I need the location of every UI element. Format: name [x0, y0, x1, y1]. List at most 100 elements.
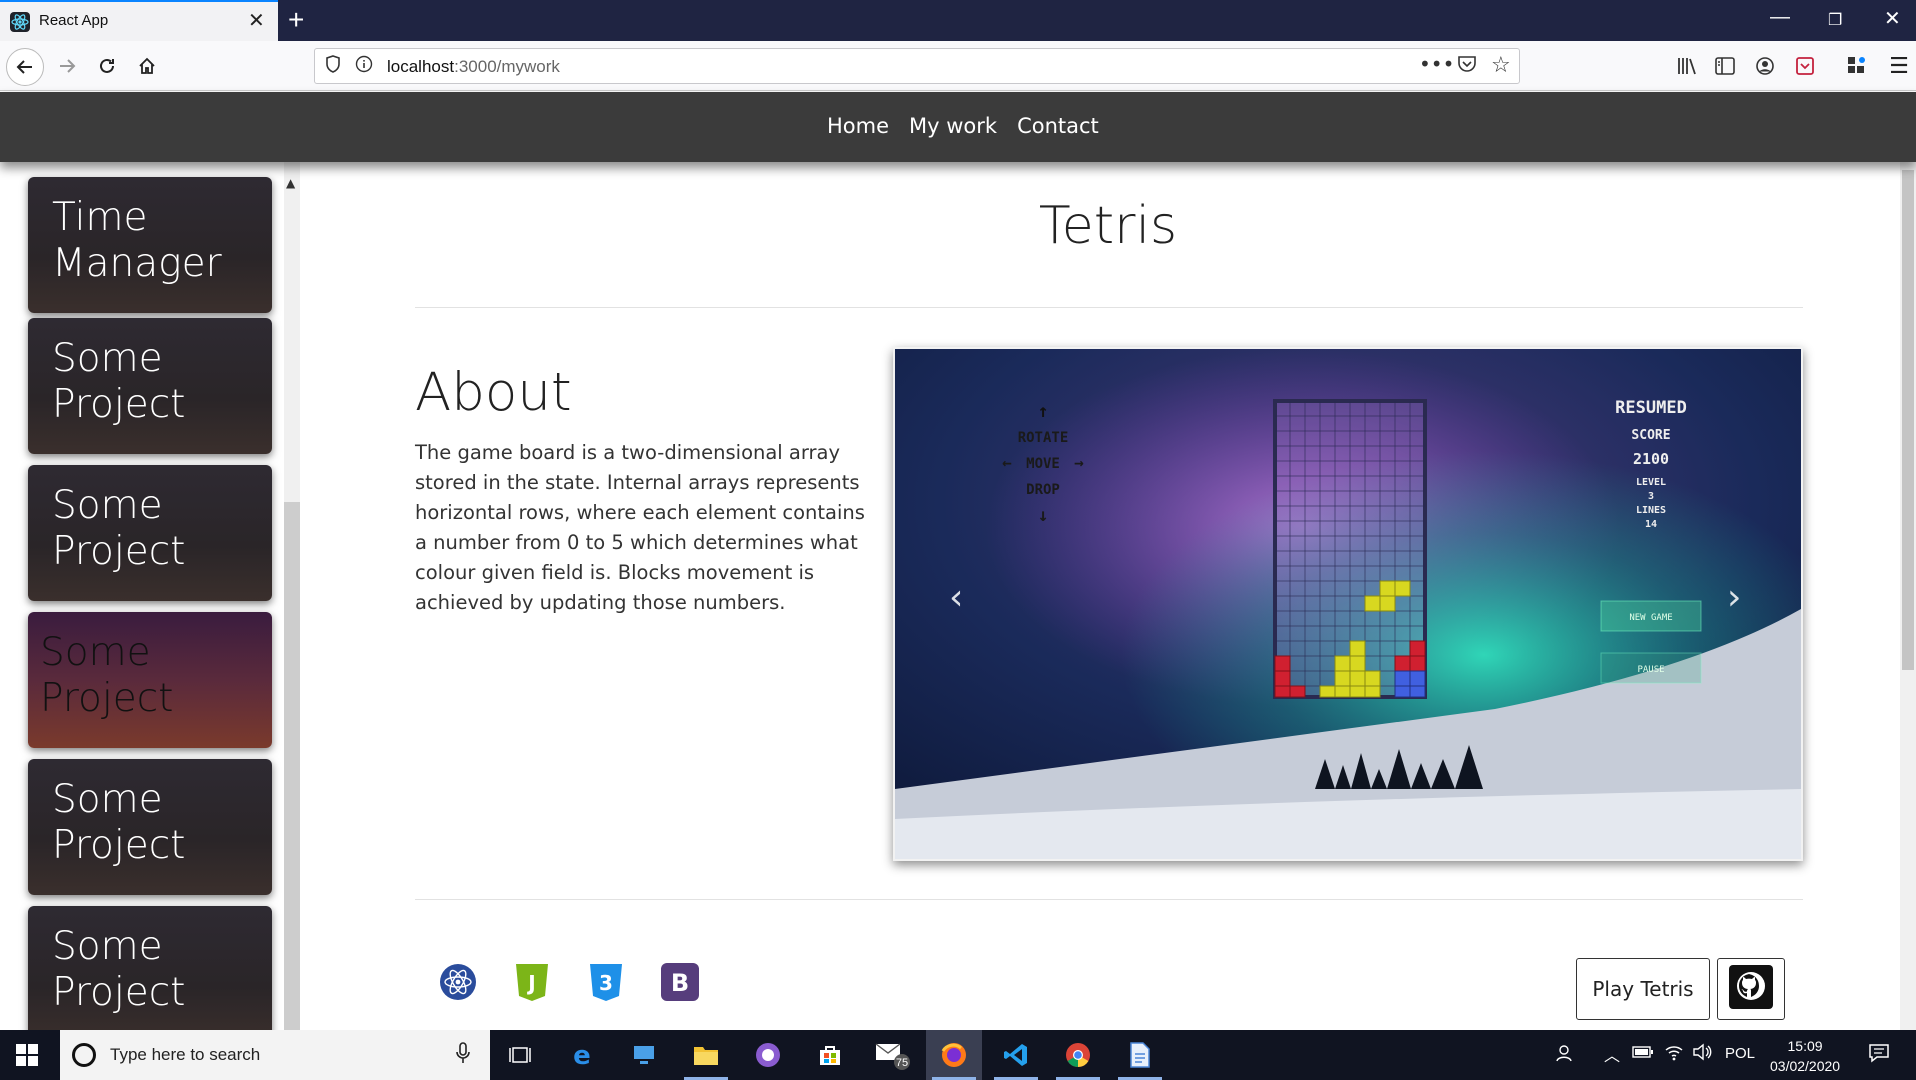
taskbar-clock[interactable]: 15:09 03/02/2020	[1770, 1036, 1840, 1076]
javascript-icon: J	[512, 962, 552, 1002]
project-card[interactable]: Some Project	[28, 759, 272, 895]
firefox-icon[interactable]	[926, 1030, 982, 1080]
sidebar-toggle-icon[interactable]	[1710, 51, 1740, 81]
browser-tab[interactable]: React App ✕	[0, 0, 278, 41]
vscode-icon[interactable]	[988, 1030, 1044, 1080]
project-card-time-manager[interactable]: Time Manager	[28, 177, 272, 313]
carousel-next-icon[interactable]: ›	[1727, 577, 1741, 618]
url-text: localhost:3000/mywork	[387, 57, 560, 76]
home-icon[interactable]	[132, 51, 162, 81]
mail-icon[interactable]: 75	[864, 1030, 920, 1080]
taskbar-search-box[interactable]: Type here to search	[60, 1030, 490, 1080]
svg-text:e: e	[573, 1042, 591, 1068]
notification-center-icon[interactable]	[1868, 1043, 1890, 1067]
project-card-active[interactable]: Some Project	[28, 612, 272, 748]
volume-icon[interactable]	[1692, 1043, 1712, 1065]
close-tab-icon[interactable]: ✕	[248, 8, 265, 32]
project-sidebar: Time Manager Some Project Some Project S…	[0, 162, 300, 1030]
browser-tab-bar: React App ✕ + — ❐ ✕	[0, 0, 1916, 41]
new-tab-icon[interactable]: +	[288, 4, 304, 36]
site-info-icon[interactable]	[355, 55, 373, 78]
remote-desktop-icon[interactable]	[616, 1030, 672, 1080]
carousel-prev-icon[interactable]: ‹	[949, 577, 963, 618]
account-icon[interactable]	[1750, 51, 1780, 81]
project-detail: Tetris About The game board is a two-dim…	[300, 162, 1916, 1030]
project-card-label: Some Project	[40, 630, 174, 721]
react-icon	[438, 962, 478, 1002]
language-indicator[interactable]: POL	[1725, 1045, 1755, 1062]
level-value: 3	[1648, 491, 1654, 502]
screenshot-carousel[interactable]: ↑ ROTATE MOVE DROP ← → ↓ RESUMED SCORE 2…	[893, 347, 1803, 861]
page-title: Tetris	[1038, 196, 1178, 256]
control-move-label: MOVE	[1026, 456, 1060, 472]
reload-icon[interactable]	[92, 51, 122, 81]
pocket-extension-icon[interactable]	[1790, 51, 1820, 81]
about-text: The game board is a two-dimensional arra…	[415, 441, 865, 614]
forward-arrow-icon[interactable]	[52, 51, 82, 81]
about-heading: About	[415, 362, 572, 423]
project-card[interactable]: Some Project	[28, 465, 272, 601]
library-icon[interactable]	[1672, 51, 1702, 81]
extensions-icon[interactable]	[1842, 51, 1872, 81]
new-game-label: NEW GAME	[1629, 613, 1672, 623]
scroll-up-icon[interactable]: ▲	[286, 176, 295, 190]
bootstrap-icon: B	[660, 962, 700, 1002]
nav-link-home[interactable]: Home	[827, 114, 889, 138]
css3-icon: 3	[586, 962, 626, 1002]
github-icon	[1729, 965, 1773, 1013]
menu-hamburger-icon[interactable]: ☰	[1884, 51, 1914, 81]
chrome-icon[interactable]	[1050, 1030, 1106, 1080]
url-bar[interactable]: localhost:3000/mywork ••• ☆	[314, 48, 1520, 84]
svg-text:↑: ↑	[1038, 401, 1049, 422]
lines-value: 14	[1645, 519, 1657, 530]
svg-text:↓: ↓	[1038, 505, 1049, 526]
windows-start-icon[interactable]	[16, 1044, 38, 1070]
microphone-icon[interactable]	[456, 1042, 470, 1069]
tray-chevron-up-icon[interactable]: ︿	[1604, 1042, 1620, 1066]
github-desktop-icon[interactable]	[740, 1030, 796, 1080]
project-card-label: Some Project	[52, 777, 186, 868]
react-favicon-icon	[10, 12, 30, 32]
battery-icon[interactable]	[1632, 1045, 1654, 1063]
sidebar-scrollbar-thumb[interactable]	[284, 502, 300, 1030]
svg-text:B: B	[671, 969, 689, 997]
score-value: 2100	[1633, 450, 1669, 468]
wifi-icon[interactable]	[1664, 1043, 1684, 1065]
restore-icon[interactable]: ❐	[1828, 10, 1842, 30]
svg-text:←: ←	[1002, 453, 1012, 472]
svg-text:→: →	[1074, 453, 1084, 472]
bookmark-star-icon[interactable]: ☆	[1491, 53, 1511, 78]
tracking-shield-icon[interactable]	[325, 55, 341, 78]
document-app-icon[interactable]	[1112, 1030, 1168, 1080]
level-label: LEVEL	[1636, 477, 1666, 488]
pause-label: PAUSE	[1637, 665, 1664, 675]
cortana-icon	[72, 1043, 96, 1067]
svg-text:J: J	[526, 971, 535, 995]
back-arrow-icon[interactable]	[6, 48, 44, 86]
people-icon[interactable]	[1556, 1043, 1576, 1067]
clock-date: 03/02/2020	[1770, 1058, 1841, 1074]
site-navbar: Home My work Contact	[0, 92, 1916, 162]
github-button[interactable]	[1717, 958, 1785, 1020]
project-card[interactable]: Some Project	[28, 906, 272, 1030]
page-scrollbar-thumb[interactable]	[1902, 170, 1914, 670]
lines-label: LINES	[1636, 505, 1666, 516]
project-card-label: Some Project	[52, 483, 186, 574]
windows-taskbar: Type here to search e 75 ︿ POL 15:09 03/…	[0, 1030, 1916, 1080]
file-explorer-icon[interactable]	[678, 1030, 734, 1080]
pocket-icon[interactable]	[1457, 55, 1477, 78]
score-label: SCORE	[1631, 428, 1670, 443]
project-card[interactable]: Some Project	[28, 318, 272, 454]
window-close-icon[interactable]: ✕	[1884, 6, 1901, 31]
play-tetris-button[interactable]: Play Tetris	[1576, 958, 1710, 1020]
edge-icon[interactable]: e	[554, 1030, 610, 1080]
microsoft-store-icon[interactable]	[802, 1030, 858, 1080]
tetris-screenshot: ↑ ROTATE MOVE DROP ← → ↓ RESUMED SCORE 2…	[895, 349, 1801, 859]
minimize-icon[interactable]: —	[1770, 6, 1790, 29]
status-label: RESUMED	[1615, 398, 1687, 418]
taskbar-search-placeholder: Type here to search	[110, 1045, 261, 1064]
nav-link-my-work[interactable]: My work	[909, 114, 997, 138]
nav-link-contact[interactable]: Contact	[1017, 114, 1099, 138]
page-actions-icon[interactable]: •••	[1419, 52, 1454, 76]
task-view-icon[interactable]	[492, 1030, 548, 1080]
